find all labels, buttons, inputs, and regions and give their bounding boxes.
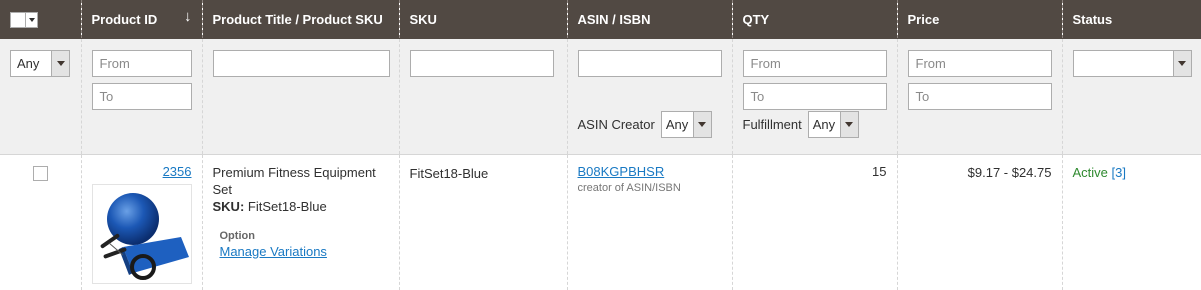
- chevron-down-icon[interactable]: [839, 111, 858, 137]
- sku-filter-input[interactable]: [409, 49, 554, 77]
- select-filter-dropdown[interactable]: Any: [10, 49, 70, 77]
- asin-creator-filter: ASIN Creator Any: [577, 110, 722, 138]
- fitness-set-image: [100, 192, 189, 280]
- chevron-down-icon[interactable]: [51, 50, 69, 76]
- filter-cell-qty: From To Fulfillment Any: [731, 38, 897, 155]
- grid-header-row: Product ID ↓ Product Title / Product SKU…: [0, 0, 1201, 39]
- sku-cell: FitSet18-Blue: [398, 154, 567, 290]
- product-title: Premium Fitness Equipment Set: [212, 164, 376, 197]
- fulfillment-value: Any: [812, 116, 836, 132]
- filter-cell-product-id: From To: [80, 38, 202, 155]
- asin-creator-dropdown[interactable]: Any: [660, 110, 712, 138]
- status-cell: Active [3]: [1061, 154, 1201, 290]
- filter-cell-asin: ASIN Creator Any: [566, 38, 732, 155]
- column-header-label: Product Title / Product SKU: [212, 12, 383, 27]
- product-id-link[interactable]: 2356: [163, 164, 192, 179]
- product-image[interactable]: [91, 183, 192, 284]
- chevron-down-icon[interactable]: [692, 111, 711, 137]
- mass-select-dropdown[interactable]: [10, 12, 38, 28]
- qty-value: 15: [872, 163, 887, 179]
- select-filter-value: Any: [17, 55, 40, 71]
- column-header-product-id[interactable]: Product ID ↓: [80, 0, 202, 39]
- column-header-label: ASIN / ISBN: [577, 12, 651, 27]
- price-cell: $9.17 - $24.75: [896, 154, 1062, 290]
- column-header-title[interactable]: Product Title / Product SKU: [201, 0, 399, 39]
- status-badge: Active: [1072, 164, 1108, 180]
- asin-filter-input[interactable]: [577, 49, 722, 77]
- column-header-label: SKU: [409, 12, 437, 27]
- column-header-label: Status: [1072, 12, 1113, 27]
- price-from-input[interactable]: From: [907, 49, 1052, 77]
- fulfillment-dropdown[interactable]: Any: [807, 110, 859, 138]
- column-header-status[interactable]: Status: [1061, 0, 1201, 39]
- sku-text: FitSet18-Blue: [409, 165, 489, 181]
- asin-note: creator of ASIN/ISBN: [577, 181, 681, 194]
- qty-cell: 15: [731, 154, 897, 290]
- qty-to-input[interactable]: To: [742, 82, 887, 110]
- id-to-input[interactable]: To: [91, 82, 192, 110]
- row-select-cell: [0, 154, 81, 290]
- column-header-label: Product ID: [91, 12, 158, 27]
- column-header-sku[interactable]: SKU: [398, 0, 567, 39]
- fulfillment-filter: Fulfillment Any: [742, 110, 887, 138]
- manage-variations-link[interactable]: Manage Variations: [220, 244, 327, 259]
- option-block: Option Manage Variations: [213, 229, 389, 260]
- column-header-qty[interactable]: QTY: [731, 0, 897, 39]
- price-to-input[interactable]: To: [907, 82, 1052, 110]
- status-filter-value: [1074, 51, 1173, 76]
- products-grid: Product ID ↓ Product Title / Product SKU…: [0, 0, 1201, 290]
- sku-value: FitSet18-Blue: [247, 198, 327, 214]
- title-filter-input[interactable]: [212, 49, 390, 77]
- filter-cell-select: Any: [0, 38, 81, 155]
- row-checkbox[interactable]: [32, 165, 48, 181]
- column-header-label: Price: [907, 12, 940, 27]
- product-id-cell: 2356: [80, 154, 202, 290]
- price-value: $9.17 - $24.75: [967, 164, 1052, 180]
- asin-link[interactable]: B08KGPBHSR: [578, 164, 665, 179]
- asin-creator-label: ASIN Creator: [577, 116, 655, 132]
- asin-cell: B08KGPBHSR creator of ASIN/ISBN: [566, 154, 732, 290]
- asin-creator-value: Any: [665, 116, 689, 132]
- filter-cell-price: From To: [896, 38, 1062, 155]
- status-filter-dropdown[interactable]: [1072, 49, 1192, 77]
- column-header-label: QTY: [742, 12, 770, 27]
- column-header-asin[interactable]: ASIN / ISBN: [566, 0, 732, 39]
- sku-label: SKU:: [212, 198, 245, 214]
- column-header-price[interactable]: Price: [896, 0, 1062, 39]
- chevron-down-icon[interactable]: [1172, 50, 1191, 76]
- qty-from-input[interactable]: From: [742, 49, 887, 77]
- table-row: 2356 Premium Fitness Equipment Set SKU: …: [0, 154, 1201, 290]
- chevron-down-icon[interactable]: [25, 13, 37, 27]
- status-count-link[interactable]: [3]: [1112, 165, 1126, 180]
- title-cell: Premium Fitness Equipment Set SKU: FitSe…: [201, 154, 399, 290]
- id-from-input[interactable]: From: [91, 49, 192, 77]
- filter-cell-status: [1061, 38, 1201, 155]
- sort-down-icon[interactable]: ↓: [184, 8, 192, 25]
- filter-cell-title: [201, 38, 399, 155]
- option-label: Option: [219, 229, 255, 242]
- fulfillment-label: Fulfillment: [742, 116, 802, 132]
- filter-cell-sku: [398, 38, 567, 155]
- mass-select-checkbox[interactable]: [11, 13, 25, 27]
- mass-select-header: [0, 0, 81, 39]
- grid-filter-row: Any From To ASIN Creator Any From To Ful…: [0, 38, 1201, 155]
- product-sku-line: SKU: FitSet18-Blue: [213, 198, 389, 215]
